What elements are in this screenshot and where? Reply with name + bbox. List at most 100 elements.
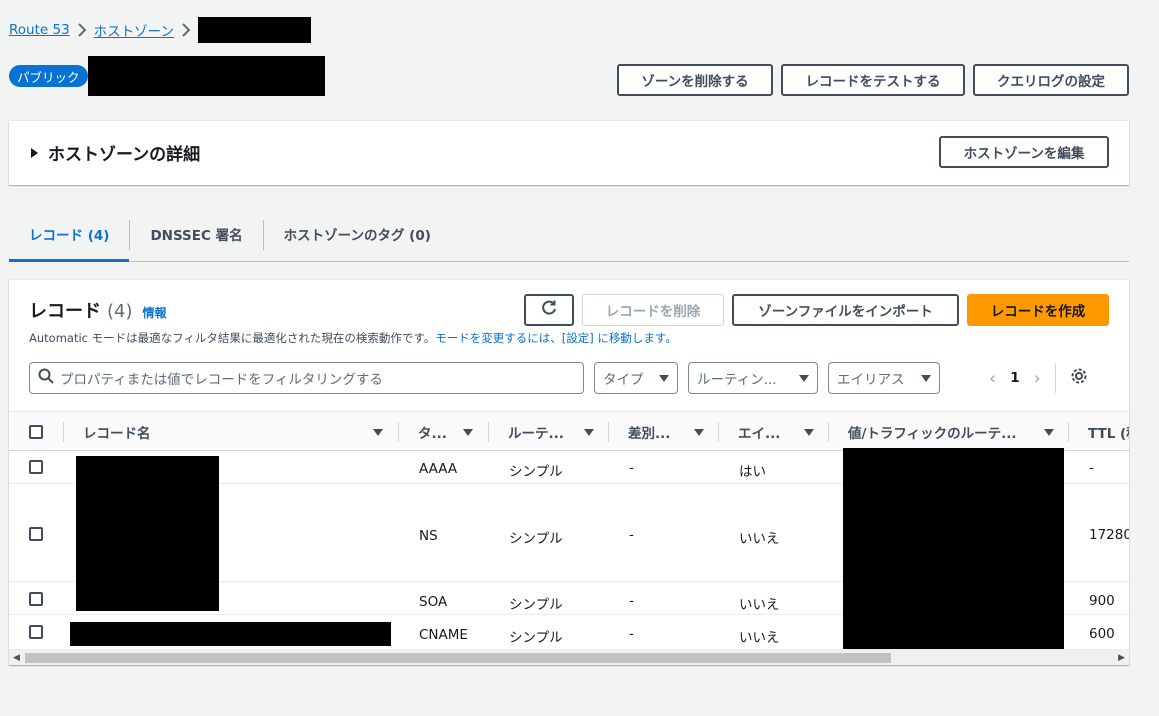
- delete-zone-button[interactable]: ゾーンを削除する: [617, 64, 773, 96]
- caret-down-icon: [659, 374, 669, 382]
- cell-diff: -: [629, 593, 634, 609]
- column-ttl[interactable]: TTL (秒: [1068, 412, 1129, 452]
- routing-filter-select[interactable]: ルーティン...: [688, 362, 818, 394]
- pagination: ‹ 1 ›: [989, 362, 1088, 394]
- cell-type: NS: [419, 528, 438, 544]
- tab-records[interactable]: レコード (4): [9, 208, 130, 262]
- redacted-zone-name: [198, 17, 311, 43]
- tabs: レコード (4) DNSSEC 署名 ホストゾーンのタグ (0): [9, 208, 1129, 262]
- delete-record-button[interactable]: レコードを削除: [582, 294, 724, 326]
- alias-filter-select[interactable]: エイリアス: [828, 362, 940, 394]
- hosted-zone-details-panel: ホストゾーンの詳細 ホストゾーンを編集: [9, 121, 1129, 185]
- column-differentiator[interactable]: 差別...: [608, 412, 718, 452]
- info-link[interactable]: 情報: [143, 304, 167, 321]
- column-label: TTL (秒: [1088, 426, 1129, 442]
- records-title: レコード: [29, 301, 101, 322]
- refresh-button[interactable]: [524, 294, 574, 326]
- search-placeholder: プロパティまたは値でレコードをフィルタリングする: [60, 372, 383, 388]
- cell-routing: シンプル: [509, 531, 563, 547]
- page-title: パブリック: [9, 56, 325, 96]
- redacted-record-name-cname: [70, 622, 391, 646]
- details-expander[interactable]: ホストゾーンの詳細: [31, 140, 200, 165]
- next-page-icon[interactable]: ›: [1034, 368, 1041, 389]
- table-header: レコード名 タ... ルーテ... 差別... エイ... 値/トラフィックのル…: [9, 411, 1129, 451]
- filter-search-input[interactable]: プロパティまたは値でレコードをフィルタリングする: [29, 362, 584, 394]
- column-routing[interactable]: ルーテ...: [488, 412, 608, 452]
- tab-tags[interactable]: ホストゾーンのタグ (0): [264, 208, 451, 260]
- tab-dnssec[interactable]: DNSSEC 署名: [130, 208, 262, 260]
- refresh-icon: [540, 299, 558, 321]
- records-description: Automatic モードは最適なフィルタ結果に最適化された現在の検索動作です。…: [29, 330, 677, 346]
- cell-alias: いいえ: [739, 630, 780, 646]
- records-heading: レコード (4) 情報: [29, 297, 167, 323]
- redacted-record-values: [843, 448, 1064, 650]
- cell-alias: いいえ: [739, 531, 780, 547]
- column-value[interactable]: 値/トラフィックのルーテ...: [828, 412, 1068, 452]
- column-alias[interactable]: エイ...: [718, 412, 828, 452]
- cell-diff: -: [629, 527, 634, 543]
- breadcrumb-hosted-zones-link[interactable]: ホストゾーン: [94, 20, 174, 40]
- cell-ttl: 17280: [1089, 527, 1129, 543]
- column-label: エイ...: [738, 426, 781, 442]
- current-page[interactable]: 1: [1010, 370, 1019, 386]
- cell-diff: -: [629, 626, 634, 642]
- cell-diff: -: [629, 460, 634, 476]
- caret-right-icon: [31, 147, 38, 158]
- test-record-button[interactable]: レコードをテストする: [781, 64, 965, 96]
- breadcrumb-route53-link[interactable]: Route 53: [9, 22, 70, 38]
- query-log-button[interactable]: クエリログの設定: [973, 64, 1129, 96]
- sort-icon: [1044, 428, 1054, 436]
- redacted-record-names: [76, 456, 219, 611]
- cell-routing: シンプル: [509, 630, 563, 646]
- import-zone-file-button[interactable]: ゾーンファイルをインポート: [732, 294, 959, 326]
- redacted-zone-title: [87, 56, 325, 96]
- column-label: 差別...: [628, 426, 671, 442]
- column-label: タ...: [418, 426, 447, 442]
- routing-filter-label: ルーティン...: [697, 372, 777, 388]
- records-panel: レコード (4) 情報 レコードを削除 ゾーンファイルをインポート レコードを作…: [9, 280, 1129, 665]
- row-checkbox[interactable]: [29, 527, 43, 541]
- scroll-right-icon[interactable]: ▶: [1118, 653, 1125, 663]
- cell-ttl: -: [1089, 460, 1094, 476]
- sort-icon: [584, 428, 594, 436]
- column-type[interactable]: タ...: [398, 412, 488, 452]
- column-label: ルーテ...: [508, 426, 564, 442]
- column-label: 値/トラフィックのルーテ...: [848, 426, 1017, 442]
- breadcrumb: Route 53 ホストゾーン: [9, 17, 311, 43]
- cell-routing: シンプル: [509, 597, 563, 613]
- details-title: ホストゾーンの詳細: [48, 145, 201, 165]
- cell-alias: いいえ: [739, 597, 780, 613]
- horizontal-scrollbar[interactable]: ◀ ▶: [9, 649, 1129, 665]
- cell-type: AAAA: [419, 461, 458, 477]
- row-checkbox[interactable]: [29, 592, 43, 606]
- row-checkbox[interactable]: [29, 460, 43, 474]
- prev-page-icon[interactable]: ‹: [989, 368, 996, 389]
- caret-down-icon: [799, 374, 809, 382]
- change-mode-link[interactable]: モードを変更するには、[設定] に移動します。: [435, 331, 676, 345]
- edit-hosted-zone-button[interactable]: ホストゾーンを編集: [939, 136, 1109, 168]
- pager-divider: [1054, 363, 1056, 393]
- type-filter-label: タイプ: [603, 372, 644, 388]
- caret-down-icon: [921, 374, 931, 382]
- cell-type: CNAME: [419, 627, 468, 643]
- search-icon: [38, 368, 54, 388]
- mode-description: Automatic モードは最適なフィルタ結果に最適化された現在の検索動作です。: [29, 331, 436, 345]
- column-label: レコード名: [83, 426, 151, 442]
- sort-icon: [694, 428, 704, 436]
- create-record-button[interactable]: レコードを作成: [967, 294, 1109, 326]
- public-badge: パブリック: [9, 65, 88, 87]
- column-record-name[interactable]: レコード名: [63, 412, 398, 452]
- sort-icon: [373, 428, 383, 436]
- settings-gear-icon[interactable]: [1070, 367, 1088, 389]
- scrollbar-thumb[interactable]: [25, 653, 891, 663]
- sort-icon: [463, 428, 473, 436]
- sort-icon: [804, 428, 814, 436]
- select-all-checkbox[interactable]: [29, 412, 43, 452]
- cell-routing: シンプル: [509, 464, 563, 480]
- row-checkbox[interactable]: [29, 625, 43, 639]
- scroll-left-icon[interactable]: ◀: [13, 653, 20, 663]
- cell-type: SOA: [419, 594, 448, 610]
- chevron-right-icon: [70, 23, 94, 37]
- type-filter-select[interactable]: タイプ: [594, 362, 678, 394]
- chevron-right-icon: [174, 23, 198, 37]
